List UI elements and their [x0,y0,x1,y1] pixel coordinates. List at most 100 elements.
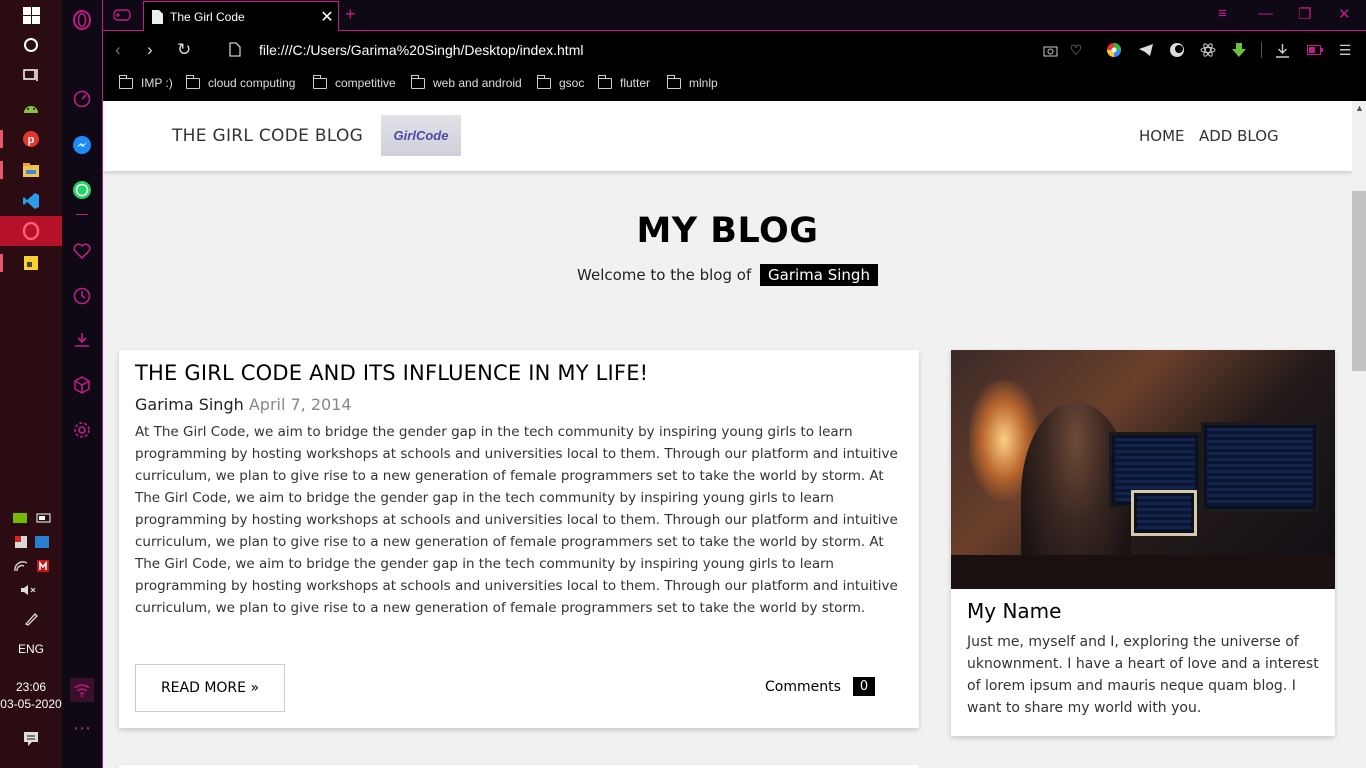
running-indicator [0,254,3,272]
speed-dial-icon[interactable] [62,84,102,114]
post-title: THE GIRL CODE AND ITS INFLUENCE IN MY LI… [135,361,649,385]
post-meta: Garima Singh April 7, 2014 [135,395,903,414]
profile-card: My Name Just me, myself and I, exploring… [951,350,1335,736]
folder-icon [597,74,612,89]
subtitle-text: Welcome to the blog of [577,266,752,284]
page-scrollbar[interactable]: ▲ [1352,101,1366,768]
bookmark-folder[interactable]: cloud computing [185,74,295,90]
dark-mode-icon[interactable] [1168,41,1186,59]
desk [951,555,1335,589]
telegram-icon[interactable] [1137,41,1155,59]
nav-add-blog-link[interactable]: ADD BLOG [1199,127,1279,145]
heart-icon[interactable] [62,236,102,266]
more-options-icon[interactable]: ⋯ [62,713,102,743]
comments-link[interactable]: Comments 0 [765,677,876,696]
read-more-button[interactable]: READ MORE » [135,664,285,712]
toolbar-divider [1261,42,1262,58]
tray-language[interactable]: ENG [0,641,62,658]
file-icon [229,42,241,62]
maximize-button[interactable]: ❐ [1298,5,1311,23]
close-window-button[interactable]: ✕ [1338,5,1351,23]
wifi-icon[interactable] [62,675,102,705]
folder-icon [666,74,681,89]
post-date: April 7, 2014 [248,395,352,414]
react-devtools-icon[interactable] [1199,41,1217,59]
bookmark-folder[interactable]: mlnlp [666,74,718,90]
profile-bio: Just me, myself and I, exploring the uni… [967,634,1319,716]
profile-name: My Name [967,599,1062,623]
forward-button[interactable]: › [147,40,153,60]
download-icon[interactable] [1273,41,1291,59]
site-brand[interactable]: THE GIRL CODE BLOG [172,126,363,146]
girlcode-logo: GirlCode [381,115,461,156]
color-extension-icon[interactable] [1105,41,1123,59]
reload-button[interactable]: ↻ [177,40,191,60]
volume-muted-icon[interactable] [0,576,62,604]
folder-icon [312,74,327,89]
address-bar: ‹ › ↻ file:///C:/Users/Garima%20Singh/De… [103,31,1366,69]
bookmark-folder[interactable]: gsoc [536,74,584,90]
pen-workspace-icon[interactable] [0,604,62,634]
history-icon[interactable] [62,281,102,311]
profile-photo [951,350,1335,589]
extensions-icon[interactable] [62,370,102,400]
cortana-icon[interactable] [0,30,62,60]
running-indicator [0,130,3,148]
close-tab-icon[interactable]: ✕ [316,7,338,27]
battery-saver-icon[interactable] [1306,41,1324,59]
back-button[interactable]: ‹ [115,40,121,60]
windows-taskbar: p ENG 23:06 03-05-2020 [0,0,62,768]
gamepad-icon[interactable] [113,7,131,28]
url-field[interactable]: file:///C:/Users/Garima%20Singh/Desktop/… [259,42,583,58]
blog-post-card: THE GIRL CODE AND ITS INFLUENCE IN MY LI… [119,350,919,728]
whatsapp-icon[interactable] [62,175,102,205]
bookmark-heart-icon[interactable]: ♡ [1067,41,1085,59]
bookmarks-bar: IMP :) cloud computing competitive web a… [103,69,1366,101]
snapshot-icon[interactable] [1041,41,1059,59]
tab-menu-icon[interactable]: ≡ [1218,5,1227,22]
opera-sidebar: ⋯ [62,0,103,768]
tray-time[interactable]: 23:06 [0,679,62,696]
post-body: At The Girl Code, we aim to bridge the g… [135,424,898,616]
running-indicator [0,161,3,179]
messenger-icon[interactable] [62,130,102,160]
monitor-right [1201,422,1319,512]
bookmark-folder[interactable]: flutter [597,74,650,90]
sidebar-divider [62,206,102,222]
pinterest-icon[interactable]: p [0,124,62,154]
file-explorer-icon[interactable] [0,155,62,185]
new-tab-button[interactable]: + [345,4,356,25]
action-center-icon[interactable] [0,724,62,754]
folder-icon [185,74,200,89]
download-extension-icon[interactable] [1230,41,1248,59]
nav-home-link[interactable]: HOME [1139,127,1185,145]
scroll-up-icon[interactable]: ▲ [1355,103,1364,113]
tray-date[interactable]: 03-05-2020 [0,696,62,713]
task-view-icon[interactable] [0,60,62,90]
page-icon [152,9,163,24]
tab-the-girl-code[interactable]: The Girl Code ✕ [143,1,339,31]
comments-label: Comments [765,678,841,695]
easy-setup-icon[interactable]: ☰ [1336,41,1354,59]
windows-start-icon[interactable] [0,0,62,30]
tab-bar: The Girl Code ✕ + ≡ — ❐ ✕ [103,0,1366,31]
page-title: MY BLOG [636,211,819,251]
svg-text:p: p [28,134,35,146]
sticky-notes-icon[interactable] [0,248,62,278]
vscode-icon[interactable] [0,186,62,216]
comments-count-badge: 0 [852,677,876,696]
site-navbar: THE GIRL CODE BLOG GirlCode HOME ADD BLO… [103,101,1352,171]
android-studio-icon[interactable] [0,92,62,122]
downloads-icon[interactable] [62,325,102,355]
page-subtitle: Welcome to the blog of Garima Singh [103,264,1352,286]
bookmark-folder[interactable]: IMP :) [118,74,173,90]
minimize-button[interactable]: — [1258,5,1273,22]
opera-menu-icon[interactable] [62,5,102,35]
bookmark-folder[interactable]: competitive [312,74,396,90]
bookmark-folder[interactable]: web and android [410,74,522,90]
post-author: Garima Singh [135,395,244,414]
settings-gear-icon[interactable] [62,415,102,445]
opera-icon[interactable] [0,216,62,246]
scrollbar-thumb[interactable] [1352,191,1366,371]
folder-icon [536,74,551,89]
